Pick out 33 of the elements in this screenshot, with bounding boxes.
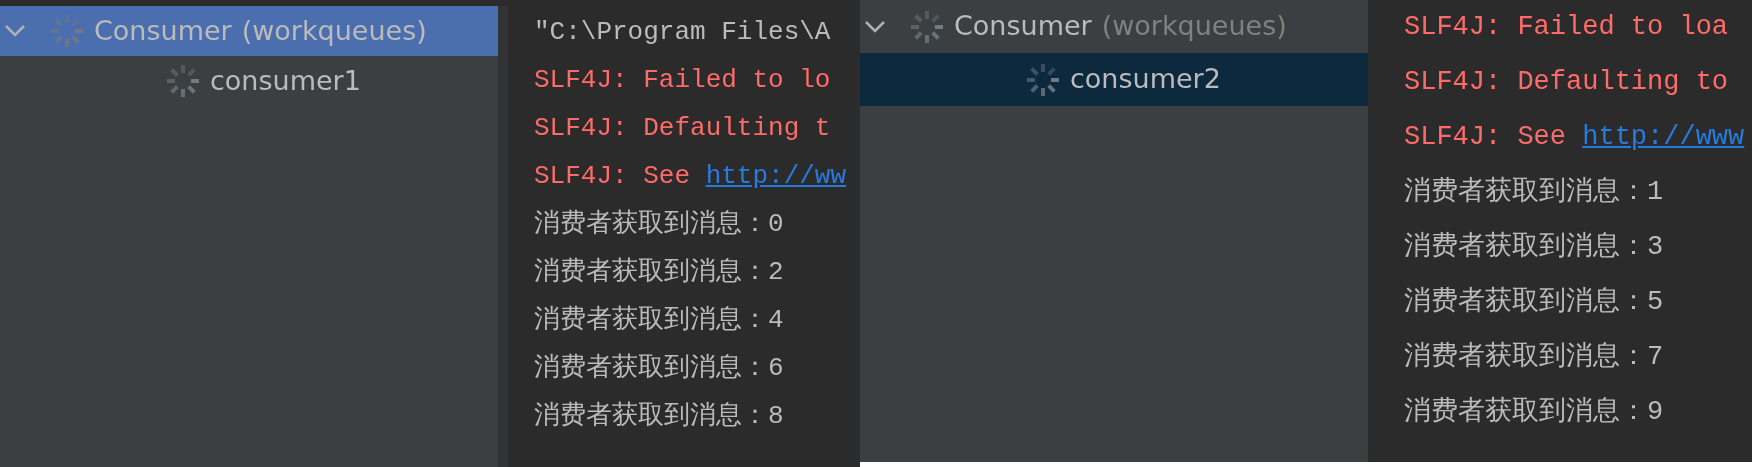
console-line: SLF4J: See [1404, 122, 1568, 152]
console-line: SLF4J: Failed to loa [1404, 11, 1729, 44]
spinner-icon [910, 9, 944, 44]
console-line: 消费者获取到消息：6 [534, 352, 784, 385]
spinner-icon [166, 64, 200, 98]
console-line: 消费者获取到消息：9 [1404, 395, 1664, 429]
console-link[interactable]: http://ww [705, 161, 847, 191]
chevron-down-icon[interactable] [864, 19, 886, 34]
item-label: Consumer [94, 13, 232, 48]
item-label: consumer2 [1070, 62, 1221, 97]
spinner-icon [50, 14, 84, 48]
console-line: 消费者获取到消息：0 [534, 208, 784, 241]
tree-item[interactable]: consumer1 [0, 56, 498, 106]
tree-item[interactable]: Consumer (workqueues) [860, 0, 1368, 53]
console-line: 消费者获取到消息：4 [534, 304, 784, 337]
item-detail: (workqueues) [241, 13, 427, 48]
item-label: consumer1 [210, 63, 361, 98]
console-line: 消费者获取到消息：8 [534, 400, 784, 433]
console-line: SLF4J: Defaulting to [1404, 66, 1729, 99]
item-label: Consumer [954, 9, 1092, 44]
console-line: 消费者获取到消息：1 [1404, 175, 1664, 209]
console-line: SLF4J: Defaulting t [534, 112, 831, 145]
console-link[interactable]: http://www [1582, 122, 1745, 152]
console-line: 消费者获取到消息：7 [1404, 340, 1664, 374]
console-line: 消费者获取到消息：2 [534, 256, 784, 289]
console-line: 消费者获取到消息：5 [1404, 285, 1664, 319]
item-detail: (workqueues) [1101, 9, 1287, 44]
console-line: 消费者获取到消息：3 [1404, 230, 1664, 264]
console-line: "C:\Program Files\A [534, 16, 831, 49]
console-line: SLF4J: Failed to lo [534, 64, 831, 97]
spinner-icon [1026, 62, 1060, 97]
console-line: SLF4J: See [534, 161, 692, 191]
tree-item[interactable]: consumer2 [860, 53, 1368, 106]
